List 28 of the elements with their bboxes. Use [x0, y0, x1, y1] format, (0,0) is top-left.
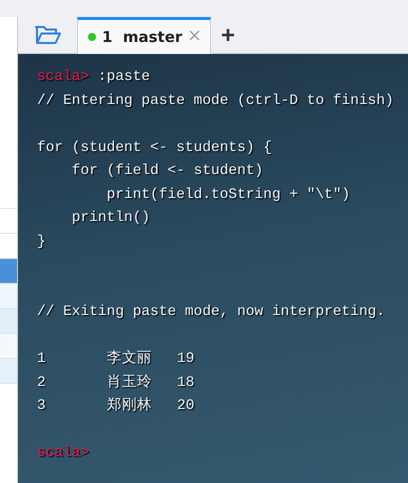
prompt: scala>: [37, 445, 90, 461]
output-cell-text: 1: [37, 350, 47, 369]
prompt: scala>: [37, 69, 90, 85]
close-icon: [189, 30, 200, 41]
plus-icon: [221, 28, 235, 42]
output-cell-text: 李文丽: [107, 349, 153, 369]
output-cell-text: 20: [177, 397, 196, 416]
command-text: :paste: [96, 69, 150, 85]
output-cell-text: 郑刚林: [107, 396, 153, 416]
output-line: for (student <- students) {: [37, 140, 272, 156]
terminal-tab[interactable]: 1 master: [77, 17, 211, 54]
side-panel-row: [0, 284, 17, 309]
side-panel-row: [0, 309, 17, 334]
side-panel-row: [0, 259, 17, 284]
output-cell-text: 18: [177, 374, 196, 392]
output-cell-text: 2: [37, 374, 47, 392]
folder-icon: [34, 24, 62, 46]
side-panel-row: [0, 359, 17, 384]
tab-label: 1 master: [102, 28, 183, 46]
output-line: for (field <- student): [70, 163, 264, 179]
output-line: println(): [70, 210, 150, 226]
output-cell-text: 肖玉玲: [107, 373, 153, 392]
output-line: print(field.toString + "\t"): [106, 186, 350, 202]
output-line: // Entering paste mode (ctrl-D to finish): [37, 92, 394, 108]
output-line: }: [37, 234, 46, 250]
output-cell-text: 19: [177, 350, 196, 369]
output-line: // Exiting paste mode, now interpreting.: [37, 304, 386, 320]
output-cell-text: 3: [37, 397, 47, 416]
